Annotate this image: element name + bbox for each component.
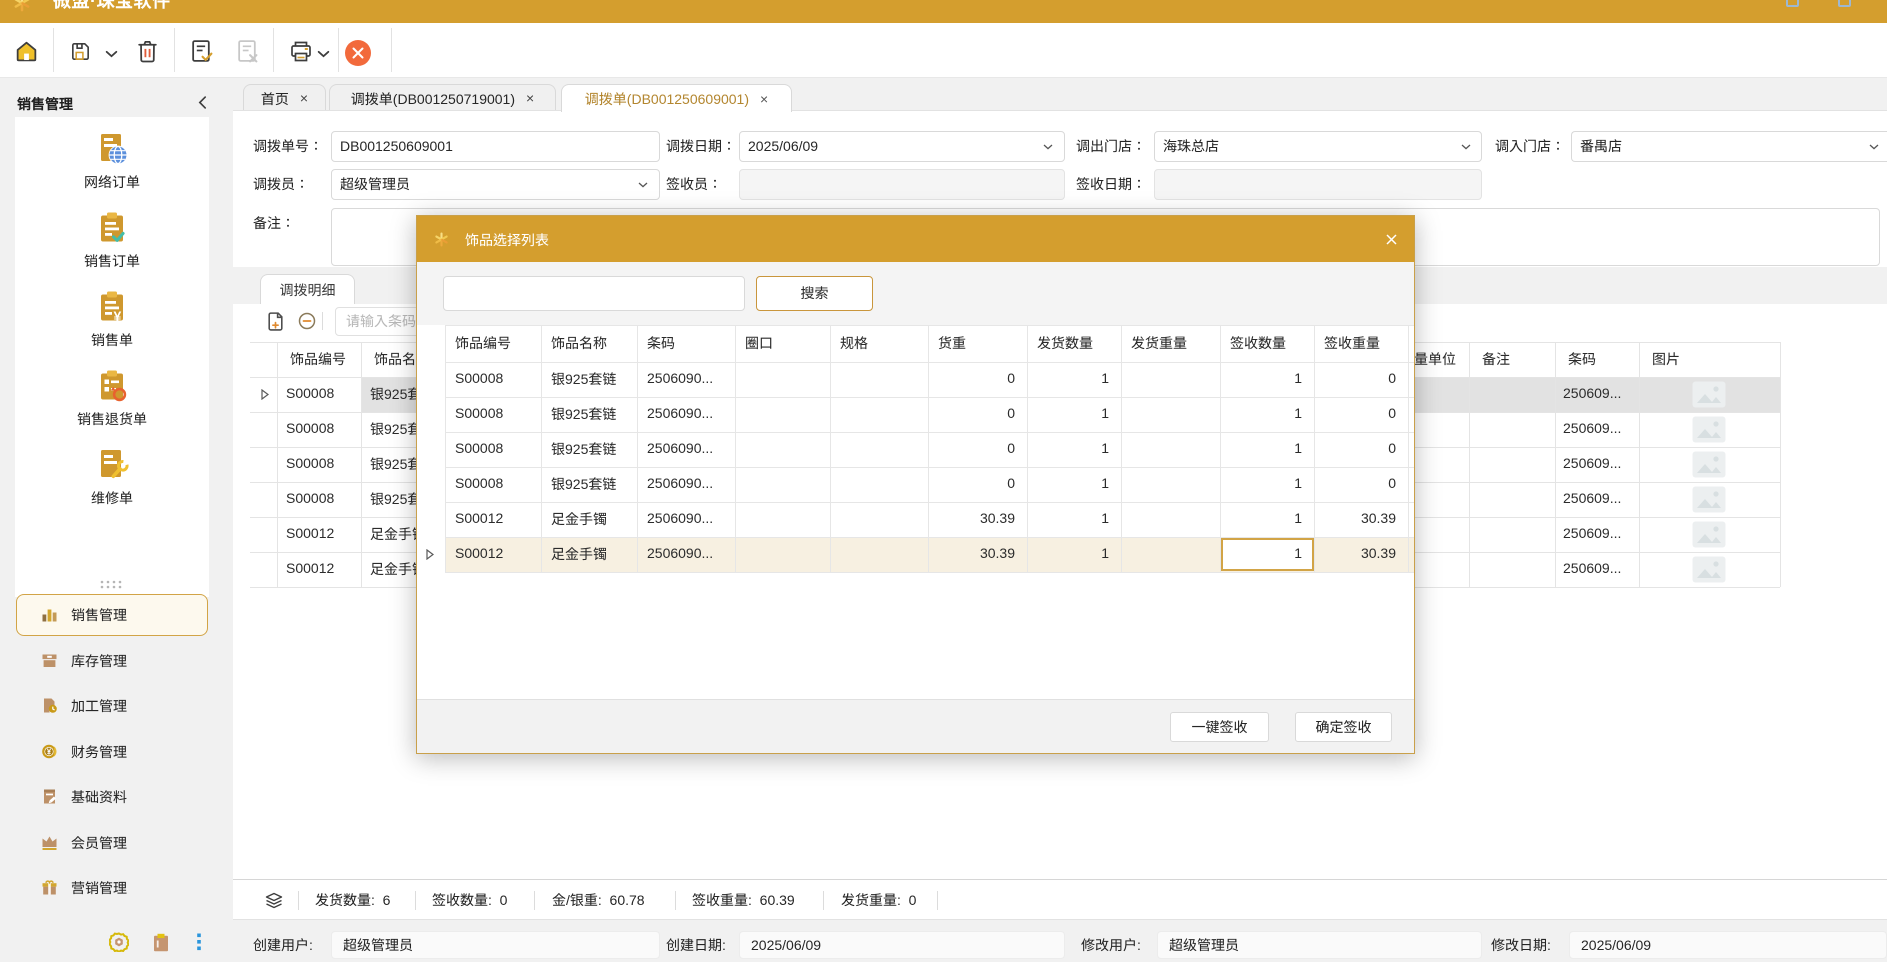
svg-text:¥: ¥ [114, 308, 122, 324]
svg-text:¥: ¥ [47, 747, 52, 756]
